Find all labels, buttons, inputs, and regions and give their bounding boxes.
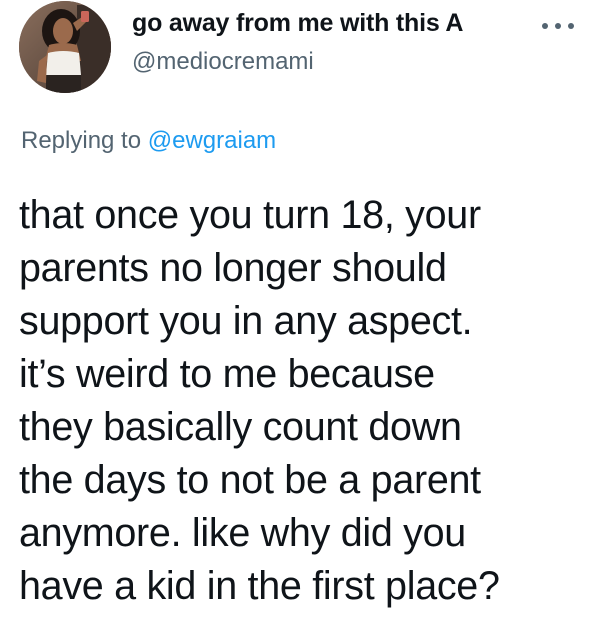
- avatar[interactable]: [19, 1, 111, 93]
- profile-photo-image: [19, 1, 111, 93]
- tweet-text-line: have a kid in the first place?: [19, 564, 500, 608]
- replying-to-label: Replying to: [21, 127, 142, 154]
- more-horizontal-icon: [541, 17, 575, 35]
- tweet-text-line: it’s weird to me because: [19, 352, 435, 396]
- author-display-name[interactable]: go away from me with this A: [132, 9, 463, 38]
- tweet-text: that once you turn 18, your parents no l…: [19, 189, 594, 613]
- tweet-text-line: anymore. like why did you: [19, 511, 466, 555]
- tweet-text-line: the days to not be a parent: [19, 458, 481, 502]
- tweet-text-line: that once you turn 18, your: [19, 193, 481, 237]
- author-handle[interactable]: @mediocremami: [132, 48, 314, 76]
- replying-to-line: Replying to @ewgraiam: [21, 127, 276, 155]
- reply-mention-link[interactable]: @ewgraiam: [148, 127, 276, 154]
- more-options-button[interactable]: [537, 14, 579, 38]
- tweet-text-line: support you in any aspect.: [19, 299, 473, 343]
- tweet-text-line: they basically count down: [19, 405, 462, 449]
- tweet-card: go away from me with this A @mediocremam…: [0, 0, 599, 625]
- tweet-text-line: parents no longer should: [19, 246, 447, 290]
